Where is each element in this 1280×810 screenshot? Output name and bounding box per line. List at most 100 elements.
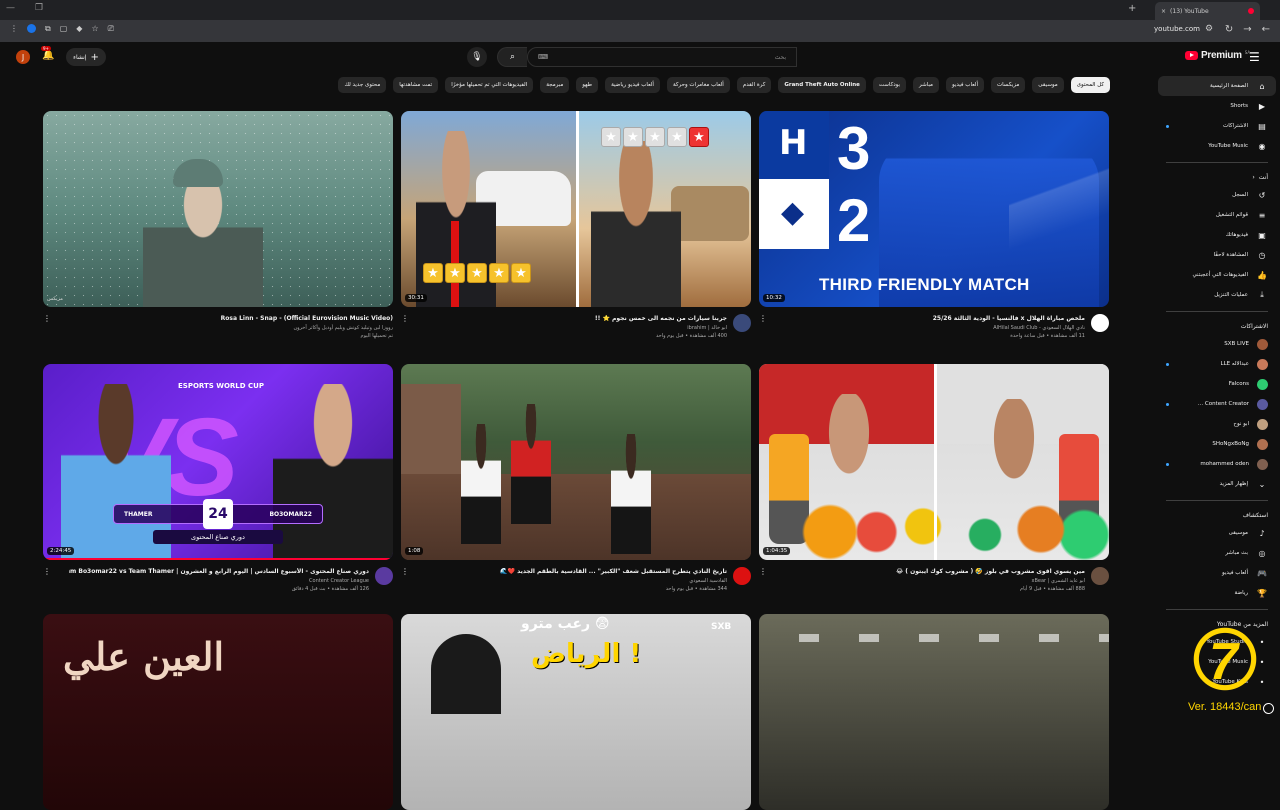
home-icon: ⌂: [1259, 81, 1265, 91]
sidebar-item[interactable]: 🎮 ألعاب فيديو: [1158, 563, 1276, 583]
video-title[interactable]: جربنا سيارات من نجمه الى خمس نجوم ⭐ !!: [427, 315, 727, 322]
sidebar-item[interactable]: Content Creator ...: [1158, 394, 1276, 414]
video-thumbnail[interactable]: العين علي: [43, 614, 393, 810]
filter-chip[interactable]: الفيديوهات التي تم تحميلها مؤخرًا: [445, 77, 534, 93]
filter-chip[interactable]: مباشر: [913, 77, 939, 93]
more-options-icon[interactable]: ⋮: [43, 567, 51, 576]
sidebar-item[interactable]: SHoNgxBoNg: [1158, 434, 1276, 454]
filter-chip[interactable]: بودكاست: [872, 77, 907, 93]
sidebar-item[interactable]: mohammed oden: [1158, 454, 1276, 474]
channel-name[interactable]: Content Creator League: [309, 578, 369, 584]
avatar[interactable]: J: [16, 50, 30, 64]
filter-chip[interactable]: ألعاب مغامرات وحركة: [666, 77, 730, 93]
video-title[interactable]: تاريخ النادي يتطرح المستقبل شعف "الكبير"…: [427, 568, 727, 575]
video-thumbnail[interactable]: 1:08: [401, 364, 751, 560]
tune-icon[interactable]: ⚙: [1205, 24, 1213, 34]
video-thumbnail[interactable]: ★ ★ ★ ★ ★ ★ ★ ★ ★ ★ 30:31: [401, 111, 751, 307]
search-input[interactable]: بحث ⌨: [527, 47, 797, 67]
menu-dots-icon[interactable]: ⋮: [10, 24, 18, 34]
sidebar-item[interactable]: ◎ بث مباشر: [1158, 543, 1276, 563]
sidebar-item[interactable]: 👍 الفيديوهات التي أعجبتني: [1158, 265, 1276, 285]
filter-chip[interactable]: كل المحتوى: [1070, 77, 1110, 93]
diamond-icon[interactable]: ◆: [76, 24, 82, 34]
sidebar-item[interactable]: ▶ Shorts: [1158, 96, 1276, 116]
video-title[interactable]: دوري صناع المحتوى - الأسبوع السادس | الي…: [69, 568, 369, 575]
sidebar-item[interactable]: ابو نوح: [1158, 414, 1276, 434]
person-graphic: [591, 141, 681, 307]
channel-avatar[interactable]: [733, 314, 751, 332]
sidebar-item[interactable]: ◉ YouTube Music: [1158, 136, 1276, 156]
sidebar-item[interactable]: Falcons: [1158, 374, 1276, 394]
filter-chip[interactable]: محتوى جديد لك: [338, 77, 387, 93]
puzzle-icon[interactable]: ▢: [60, 24, 68, 34]
extension-icon[interactable]: ⧉: [45, 24, 51, 34]
video-thumbnail[interactable]: VS ESPORTS WORLD CUP THAMER BO3OMAR22 24…: [43, 364, 393, 560]
filter-chip[interactable]: ألعاب فيديو رياضية: [605, 77, 660, 93]
more-options-icon[interactable]: ⋮: [759, 567, 767, 576]
video-thumbnail[interactable]: [759, 614, 1109, 810]
create-button[interactable]: إنشاء +: [66, 48, 106, 66]
bookmark-star-icon[interactable]: ☆: [91, 24, 98, 34]
filter-chip[interactable]: ألعاب فيديو: [945, 77, 984, 93]
notifications-button[interactable]: 🔔 9+: [41, 46, 54, 61]
sidebar-item[interactable]: ⤓ عمليات التنزيل: [1158, 285, 1276, 305]
browser-tab-youtube[interactable]: × (13) YouTube: [1155, 2, 1260, 20]
channel-name[interactable]: نادي الهلال السعودي - AlHilal Saudi Club: [993, 325, 1085, 331]
filter-chip[interactable]: مبرمجة: [540, 77, 570, 93]
sidebar-item[interactable]: عبدالاله LLE: [1158, 354, 1276, 374]
new-tab-icon[interactable]: +: [1128, 3, 1136, 14]
more-options-icon[interactable]: ⋮: [43, 314, 51, 323]
window-controls[interactable]: — ❐: [6, 3, 43, 13]
sidebar-item[interactable]: ⌄ إظهار المزيد: [1158, 474, 1276, 494]
sidebar-item[interactable]: ♪ موسيقى: [1158, 523, 1276, 543]
keyboard-icon[interactable]: ⌨: [538, 53, 548, 61]
video-title[interactable]: ملخص مباراة الهلال x فالنسيا - الودية ال…: [785, 315, 1085, 322]
sidebar-item[interactable]: ≡ قوائم التشغيل: [1158, 205, 1276, 225]
sidebar-item[interactable]: ▣ فيديوهاتك: [1158, 225, 1276, 245]
hamburger-menu-icon[interactable]: ☰: [1249, 50, 1260, 64]
sidebar-item[interactable]: ⌂ الصفحة الرئيسية: [1158, 76, 1276, 96]
more-options-icon[interactable]: ⋮: [759, 314, 767, 323]
filter-chip[interactable]: طهو: [576, 77, 599, 93]
voice-search-button[interactable]: 🎙: [467, 47, 487, 67]
more-options-icon[interactable]: ⋮: [401, 314, 409, 323]
forward-icon[interactable]: →: [1243, 24, 1251, 35]
channel-avatar[interactable]: [1091, 314, 1109, 332]
search-button[interactable]: ⌕: [497, 47, 527, 67]
filter-chip[interactable]: تمت مشاهدتها: [393, 77, 439, 93]
filter-chip[interactable]: Grand Theft Auto Online: [778, 77, 866, 93]
sidebar-item[interactable]: ◷ المشاهدة لاحقًا: [1158, 245, 1276, 265]
minimize-icon[interactable]: —: [6, 3, 15, 13]
cast-icon[interactable]: ⎚: [108, 24, 114, 34]
video-thumbnail[interactable]: 1:04:35: [759, 364, 1109, 560]
close-tab-icon[interactable]: ×: [1161, 8, 1166, 15]
sidebar-item[interactable]: ↺ السجل: [1158, 185, 1276, 205]
channel-name[interactable]: ابو خالد | ibrahim: [687, 325, 727, 331]
channel-avatar[interactable]: [1091, 567, 1109, 585]
youtube-premium-logo[interactable]: Premium SA: [1185, 50, 1250, 61]
channel-name[interactable]: رووزا لين وتيليذ كوتش ويليم أوديل وأكاثر…: [293, 325, 393, 331]
channel-name[interactable]: القادسية السعودي: [689, 578, 727, 584]
sidebar-item[interactable]: SXB LIVE: [1158, 334, 1276, 354]
video-thumbnail[interactable]: H ◆ 3 2 THIRD FRIENDLY MATCH 10:32: [759, 111, 1109, 307]
channel-avatar[interactable]: [375, 567, 393, 585]
filter-chip[interactable]: مزيكسات: [990, 77, 1026, 93]
video-thumbnail[interactable]: مزيكس: [43, 111, 393, 307]
back-icon[interactable]: ←: [1262, 24, 1270, 35]
restore-icon[interactable]: ❐: [35, 3, 43, 13]
tab-title: (13) YouTube: [1170, 7, 1209, 15]
reload-icon[interactable]: ↻: [1225, 24, 1233, 35]
channel-avatar[interactable]: [733, 567, 751, 585]
sidebar-item[interactable]: ▤ الاشتراكات: [1158, 116, 1276, 136]
sidebar-item[interactable]: 🏆 رياضة: [1158, 583, 1276, 603]
video-title[interactable]: مين يسوي اقوى مشروب في بلوز 🤣 ( مشروب كو…: [785, 568, 1085, 575]
video-thumbnail[interactable]: رعب مترو 😨 الرياض ! SXB: [401, 614, 751, 810]
sidebar-section-header[interactable]: أنت ‹: [1158, 169, 1276, 185]
address-bar[interactable]: youtube.com: [1130, 25, 1200, 33]
profile-icon[interactable]: [27, 24, 36, 33]
video-title[interactable]: Rosa Linn - Snap - (Official Eurovision …: [93, 315, 393, 322]
channel-name[interactable]: ابو عايد الشمري | xBear: [1032, 578, 1085, 584]
more-options-icon[interactable]: ⋮: [401, 567, 409, 576]
filter-chip[interactable]: كرة القدم: [736, 77, 772, 93]
filter-chip[interactable]: موسيقى: [1032, 77, 1064, 93]
